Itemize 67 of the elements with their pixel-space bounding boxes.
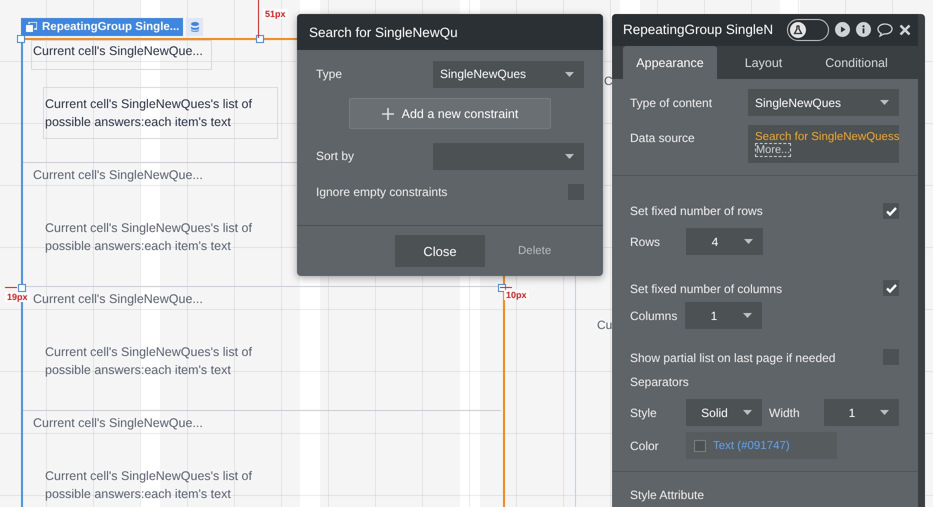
caret-icon [880,410,889,416]
field-label: Width [768,406,801,420]
panel-tab[interactable]: Conditional [810,46,903,80]
resize-handle[interactable] [256,35,264,43]
comment-icon[interactable] [877,22,893,37]
type-dropdown[interactable]: SingleNewQues [433,60,584,88]
more-link[interactable]: More... [755,143,792,158]
checkbox[interactable] [883,280,899,296]
cell-answers-text: Current cell's SingleNewQues's list of possible answers:each item's text [44,220,253,255]
caret-icon [743,410,752,416]
checkbox[interactable] [883,203,899,220]
caret-icon [565,72,574,76]
caret-icon [880,100,889,106]
type-dropdown[interactable]: SingleNewQues [748,89,899,116]
caret-icon [744,239,753,244]
cell-answers-text: Current cell's SingleNewQues's list of possible answers:each item's text [43,87,278,139]
columns-dropdown[interactable]: 1 [685,302,762,330]
database-icon [190,22,198,32]
cell-text: Cu [597,318,612,332]
cell-title-text: Current cell's SingleNewQue... [32,415,204,432]
field-label: Style Attribute [630,488,706,502]
rows-dropdown[interactable]: 4 [686,228,763,256]
distance-label: 19px [5,292,30,302]
flask-icon [790,22,806,38]
field-label: Ignore empty constraints [316,185,448,199]
field-label: Set fixed number of rows [630,204,764,218]
field-label: Set fixed number of columns [630,282,784,296]
width-dropdown[interactable]: 1 [824,399,899,426]
panel-title: RepeatingGroup SingleN [623,22,773,38]
database-button[interactable] [186,18,203,36]
panel-tab[interactable]: Appearance [623,46,717,80]
caret-icon [565,154,574,158]
distance-label: 51px [263,9,288,19]
field-label: Data source [630,130,696,146]
cell-title-text: Current cell's SingleNewQue... [31,40,212,70]
cell-title-text: Current cell's SingleNewQue... [32,167,204,184]
caret-icon [743,313,752,318]
debug-toggle[interactable] [787,18,829,41]
cell-answers-text: Current cell's SingleNewQues's list of possible answers:each item's text [44,468,253,503]
field-label: Sort by [316,149,354,163]
element-label[interactable]: RepeatingGroup Single... [21,18,183,36]
color-swatch [694,440,706,452]
dialog-title: Search for SingleNewQu [297,14,603,50]
add-constraint-button[interactable]: Add a new constraint [349,98,551,129]
distance-label: 10px [504,290,529,300]
cell-answers-text: Current cell's SingleNewQues's list of possible answers:each item's text [44,344,253,379]
field-label: Style [630,406,658,420]
resize-handle[interactable] [18,284,26,292]
close-icon[interactable] [899,24,911,36]
cell-title-text: Current cell's SingleNewQue... [32,291,204,308]
style-dropdown[interactable]: Solid [686,399,762,426]
info-icon[interactable] [856,22,871,38]
field-label: Type [316,67,342,81]
field-label: Columns [630,308,678,323]
field-label: Color [630,438,660,453]
resize-handle[interactable] [17,35,25,43]
group-icon [26,22,37,32]
section-label: Separators [630,375,690,390]
plus-icon [382,108,394,120]
field-label: Show partial list on last page if needed [630,351,836,366]
play-icon[interactable] [835,22,850,38]
cell-text: C [604,74,613,88]
panel-tab[interactable]: Layout [717,46,810,80]
field-label: Type of content [630,96,714,110]
close-button[interactable]: Close [395,235,485,267]
data-source-field[interactable]: Search for SingleNewQuess More... [748,125,899,164]
field-label: Rows [630,234,662,249]
